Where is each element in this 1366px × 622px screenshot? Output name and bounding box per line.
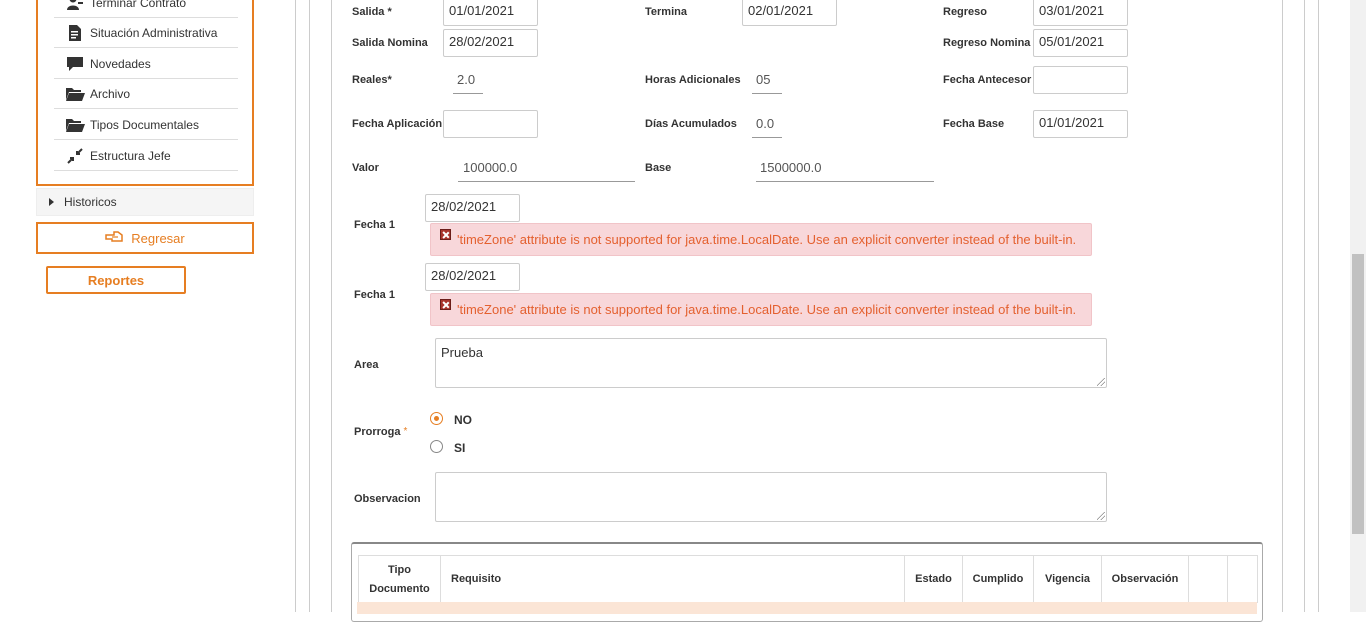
- sidebar-item-estructura-jefe[interactable]: Estructura Jefe: [54, 141, 238, 171]
- base-label: Base: [645, 162, 672, 174]
- panel-border-right: [1304, 0, 1305, 612]
- prorroga-label: Prorroga *: [354, 426, 407, 438]
- page-border-right: [1318, 0, 1319, 612]
- prorroga-no-label: NO: [454, 413, 472, 427]
- horas-adicionales-input[interactable]: 05: [752, 66, 782, 94]
- resize-grip-icon[interactable]: [1097, 512, 1105, 520]
- reportes-button[interactable]: Reportes: [46, 266, 186, 294]
- prorroga-no-radio[interactable]: [430, 412, 443, 425]
- salida-nomina-label: Salida Nomina: [352, 37, 428, 49]
- salida-nomina-input[interactable]: 28/02/2021: [443, 29, 538, 57]
- sidebar-item-label: Archivo: [90, 86, 131, 101]
- content-divider: [295, 0, 296, 612]
- prorroga-si-label: SI: [454, 441, 466, 455]
- sidebar-item-label: Historicos: [64, 195, 117, 209]
- error-text: 'timeZone' attribute is not supported fo…: [457, 232, 1077, 247]
- base-input[interactable]: 1500000.0: [756, 154, 934, 182]
- reales-input[interactable]: 2.0: [453, 66, 483, 94]
- fecha-antecesor-input[interactable]: [1033, 66, 1128, 94]
- sidebar-item-situacion-administrativa[interactable]: Situación Administrativa: [54, 18, 238, 48]
- document-icon: [64, 24, 86, 42]
- column-header-action-2: [1228, 556, 1257, 603]
- fecha1b-input[interactable]: 28/02/2021: [425, 263, 520, 291]
- salida-label: Salida *: [352, 6, 392, 18]
- observacion-textarea[interactable]: [435, 472, 1107, 522]
- regreso-input[interactable]: 03/01/2021: [1033, 0, 1128, 26]
- panel-border-left: [309, 0, 310, 612]
- resize-grip-icon[interactable]: [1097, 378, 1105, 386]
- compress-arrows-icon: [64, 147, 86, 165]
- column-header-observacion[interactable]: Observación: [1102, 556, 1189, 603]
- error-icon: [440, 229, 451, 240]
- table-row[interactable]: [357, 602, 1257, 614]
- panel-inner-border-right: [1282, 0, 1283, 612]
- sidebar-item-terminar-contrato[interactable]: Terminar Contrato: [54, 0, 238, 18]
- dias-acumulados-label: Días Acumulados: [645, 118, 737, 130]
- requisitos-table: Tipo Documento Requisito Estado Cumplido…: [358, 555, 1258, 603]
- fecha-base-label: Fecha Base: [943, 118, 1005, 130]
- fecha1b-label: Fecha 1: [354, 289, 395, 301]
- fecha-aplicacion-label: Fecha Aplicación: [352, 118, 443, 130]
- column-header-tipo-documento[interactable]: Tipo Documento: [359, 556, 441, 603]
- termina-label: Termina: [645, 6, 687, 18]
- error-text: 'timeZone' attribute is not supported fo…: [457, 302, 1077, 317]
- error-message: 'timeZone' attribute is not supported fo…: [430, 223, 1092, 256]
- sidebar-item-novedades[interactable]: Novedades: [54, 49, 238, 79]
- folder-open-icon: [64, 116, 86, 134]
- salida-input[interactable]: 01/01/2021: [443, 0, 538, 26]
- sidebar-item-historicos[interactable]: Historicos: [36, 188, 254, 216]
- panel-inner-border-left: [331, 0, 332, 612]
- fecha1-label: Fecha 1: [354, 219, 395, 231]
- area-label: Area: [354, 359, 379, 371]
- error-message: 'timeZone' attribute is not supported fo…: [430, 293, 1092, 326]
- regresar-button[interactable]: Regresar: [36, 222, 254, 254]
- column-header-cumplido[interactable]: Cumplido: [963, 556, 1034, 603]
- valor-label: Valor: [352, 162, 379, 174]
- folder-open-icon: [64, 85, 86, 103]
- reales-label: Reales*: [352, 74, 392, 86]
- fecha-aplicacion-input[interactable]: [443, 110, 538, 138]
- fecha1-input[interactable]: 28/02/2021: [425, 194, 520, 222]
- sidebar-item-label: Estructura Jefe: [90, 148, 171, 163]
- dias-acumulados-input[interactable]: 0.0: [752, 110, 782, 138]
- sidebar-item-label: Novedades: [90, 56, 151, 71]
- scrollbar-thumb[interactable]: [1352, 254, 1364, 534]
- sidebar-menu: Terminar Contrato Situación Administrati…: [36, 0, 254, 186]
- sidebar-item-archivo[interactable]: Archivo: [54, 79, 238, 109]
- sidebar-item-tipos-documentales[interactable]: Tipos Documentales: [54, 110, 238, 140]
- hand-point-left-icon: [105, 230, 124, 247]
- error-icon: [440, 299, 451, 310]
- user-remove-icon: [64, 0, 86, 12]
- caret-right-icon: [49, 198, 54, 206]
- regreso-nomina-input[interactable]: 05/01/2021: [1033, 29, 1128, 57]
- required-marker: *: [403, 426, 408, 437]
- regreso-label: Regreso: [943, 6, 988, 18]
- column-header-estado[interactable]: Estado: [905, 556, 963, 603]
- column-header-action-1: [1189, 556, 1228, 603]
- observacion-label: Observacion: [354, 493, 421, 505]
- fecha-base-input[interactable]: 01/01/2021: [1033, 110, 1128, 138]
- termina-input[interactable]: 02/01/2021: [742, 0, 837, 26]
- prorroga-label-text: Prorroga: [354, 426, 401, 438]
- regresar-label: Regresar: [131, 230, 185, 246]
- comment-icon: [64, 55, 86, 73]
- horas-adicionales-label: Horas Adicionales: [645, 74, 741, 86]
- regreso-nomina-label: Regreso Nomina: [943, 37, 1031, 49]
- area-textarea[interactable]: Prueba: [435, 338, 1107, 388]
- fecha-antecesor-label: Fecha Antecesor: [943, 74, 1032, 86]
- sidebar-item-label: Tipos Documentales: [90, 117, 199, 132]
- sidebar-item-label: Situación Administrativa: [90, 25, 218, 40]
- column-header-requisito[interactable]: Requisito: [441, 556, 905, 603]
- prorroga-si-radio[interactable]: [430, 440, 443, 453]
- sidebar-item-label: Terminar Contrato: [90, 0, 187, 10]
- column-header-vigencia[interactable]: Vigencia: [1034, 556, 1102, 603]
- valor-input[interactable]: 100000.0: [458, 154, 635, 182]
- area-value: Prueba: [441, 345, 483, 360]
